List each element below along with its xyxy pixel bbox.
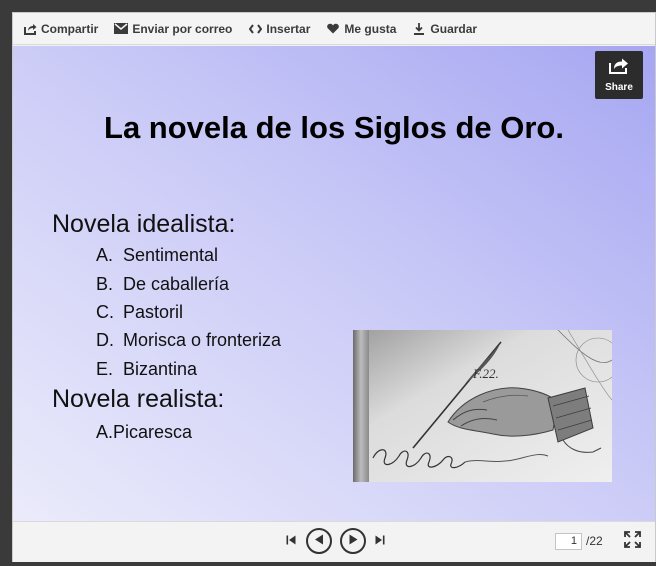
list-item-text: Bizantina: [123, 359, 198, 379]
previous-slide-button[interactable]: [306, 528, 332, 554]
toolbar: Compartir Enviar por correo Insertar Me …: [13, 13, 655, 45]
triangle-right-icon: [348, 532, 358, 550]
save-label: Guardar: [430, 21, 478, 36]
list-item: E. Bizantina: [96, 359, 197, 380]
slide: Share La novela de los Siglos de Oro. No…: [13, 46, 655, 521]
list-item: A.Picaresca: [96, 422, 192, 443]
list-item-letter: E.: [96, 359, 114, 379]
list-item-letter: A.: [96, 245, 114, 265]
section-heading-idealista: Novela idealista:: [52, 210, 236, 238]
list-item-text: A.Picaresca: [96, 422, 193, 442]
list-item: C. Pastoril: [96, 302, 183, 323]
embed-label: Insertar: [266, 21, 311, 36]
fullscreen-button[interactable]: [623, 531, 641, 553]
list-item-text: Sentimental: [123, 245, 219, 265]
fullscreen-icon: [623, 531, 641, 553]
share-arrow-icon: [23, 22, 37, 36]
save-button[interactable]: Guardar: [412, 22, 477, 36]
heart-icon: [326, 22, 340, 36]
share-button-label: Share: [605, 82, 633, 93]
next-slide-button[interactable]: [340, 528, 366, 554]
first-slide-button[interactable]: [285, 535, 297, 547]
email-button[interactable]: Enviar por correo: [114, 22, 232, 36]
section-heading-realista: Novela realista:: [52, 385, 225, 413]
share-icon: [608, 57, 630, 80]
list-item: D. Morisca o fronteriza: [96, 330, 281, 351]
list-item-letter: D.: [96, 330, 114, 350]
slide-title: La novela de los Siglos de Oro.: [104, 110, 564, 145]
slide-navigation-bar: 1 /22: [13, 521, 655, 562]
download-icon: [412, 22, 426, 36]
skip-to-start-icon: [286, 532, 296, 550]
share-button[interactable]: Share: [595, 51, 643, 99]
page-number-input[interactable]: 1: [555, 533, 582, 550]
page-total: /22: [586, 534, 603, 548]
list-item-letter: C.: [96, 302, 114, 322]
like-label: Me gusta: [344, 21, 397, 36]
skip-to-end-icon: [375, 532, 385, 550]
share-link-button[interactable]: Compartir: [23, 22, 98, 36]
triangle-left-icon: [314, 532, 324, 550]
code-icon: [248, 22, 262, 36]
list-item-text: De caballería: [123, 274, 230, 294]
embed-button[interactable]: Insertar: [248, 22, 310, 36]
quill-hand-illustration: F.22.: [353, 330, 612, 482]
illustration-caption: F.22.: [472, 366, 499, 381]
slide-viewer: Compartir Enviar por correo Insertar Me …: [12, 12, 656, 562]
list-item-text: Morisca o fronteriza: [123, 330, 282, 350]
list-item-letter: B.: [96, 274, 114, 294]
list-item-text: Pastoril: [123, 302, 184, 322]
last-slide-button[interactable]: [374, 535, 386, 547]
email-label: Enviar por correo: [132, 21, 233, 36]
envelope-icon: [114, 22, 129, 36]
like-button[interactable]: Me gusta: [326, 22, 396, 36]
share-link-label: Compartir: [41, 21, 99, 36]
list-item: B. De caballería: [96, 274, 229, 295]
list-item: A. Sentimental: [96, 245, 218, 266]
